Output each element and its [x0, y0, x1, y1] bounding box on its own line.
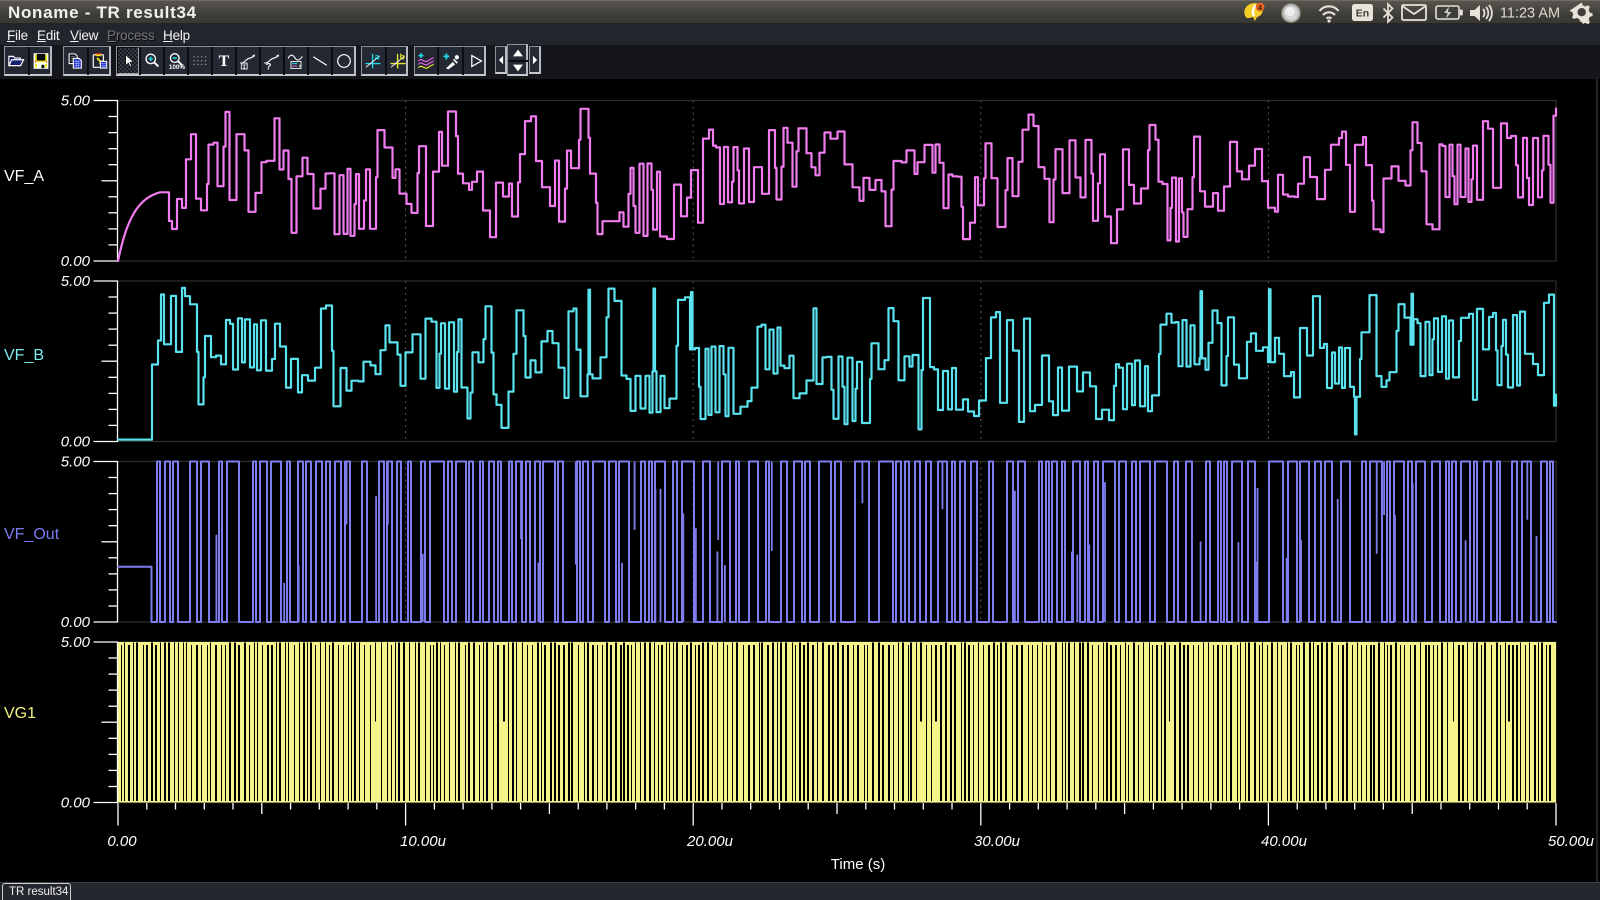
svg-text:40.00u: 40.00u [1261, 833, 1308, 850]
svg-text:b: b [400, 51, 405, 61]
svg-text:20.00u: 20.00u [686, 833, 734, 850]
svg-text:VF_Out: VF_Out [4, 526, 60, 543]
svg-text:5.00: 5.00 [61, 454, 91, 471]
svg-text:5.00: 5.00 [61, 273, 91, 290]
svg-text:En: En [1356, 8, 1369, 20]
svg-text:10.00u: 10.00u [400, 833, 447, 850]
svg-text:Time (s): Time (s) [831, 856, 885, 873]
svg-text:11:23 AM: 11:23 AM [1500, 6, 1560, 22]
svg-text:5.00: 5.00 [61, 93, 91, 110]
svg-text:VF_A: VF_A [4, 168, 44, 185]
svg-text:?: ? [265, 61, 271, 70]
svg-text:VF_B: VF_B [4, 347, 44, 364]
svg-text:100%: 100% [168, 63, 184, 69]
svg-text:0.00: 0.00 [61, 795, 91, 812]
svg-text:T: T [218, 53, 229, 70]
svg-text:0.00: 0.00 [61, 614, 91, 631]
svg-text:30.00u: 30.00u [974, 833, 1021, 850]
svg-text:T: T [242, 63, 247, 70]
svg-text:VG1: VG1 [4, 705, 36, 722]
svg-text:x: x [298, 63, 301, 69]
svg-text:5.00: 5.00 [61, 634, 91, 651]
svg-text:0.00: 0.00 [107, 833, 137, 850]
svg-text:0.00: 0.00 [61, 253, 91, 270]
svg-text:4: 4 [1258, 5, 1262, 12]
svg-text:a: a [375, 51, 380, 61]
svg-text:0.00: 0.00 [61, 434, 91, 451]
svg-text:50.00u: 50.00u [1548, 833, 1595, 850]
